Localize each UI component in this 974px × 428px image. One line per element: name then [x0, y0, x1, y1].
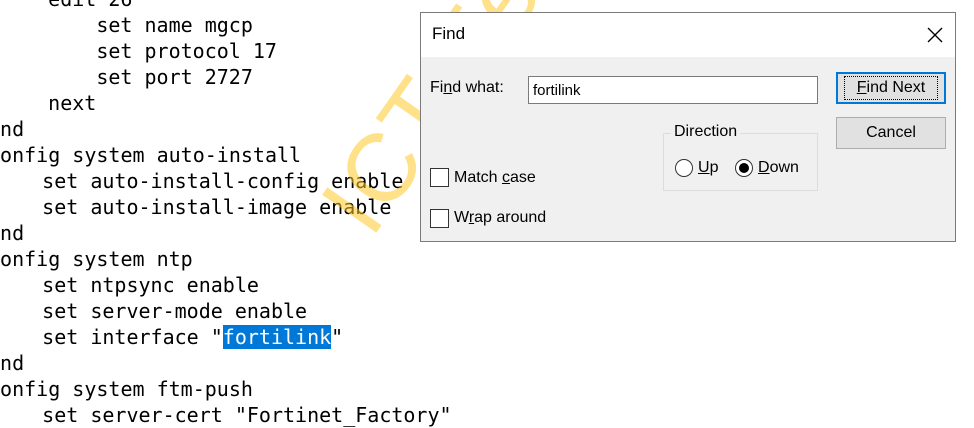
dialog-title: Find	[432, 24, 466, 43]
code-text: "	[331, 325, 344, 349]
code-line: set server-cert "Fortinet_Factory"	[0, 403, 452, 427]
code-line: config system ftm-push	[0, 377, 253, 401]
code-line: config system ntp	[0, 247, 193, 271]
direction-up-label: Up	[698, 159, 719, 176]
code-line-highlighted: set interface "fortilink"	[0, 324, 343, 350]
wrap-around-checkbox[interactable]	[430, 209, 449, 228]
direction-label: Direction	[671, 123, 741, 141]
code-line: set port 2727	[0, 65, 253, 89]
code-line: set name mgcp	[0, 13, 253, 37]
direction-down-label: Down	[758, 159, 799, 176]
close-icon	[927, 27, 943, 43]
radio-selected-dot	[739, 163, 749, 173]
match-case-label: Match case	[454, 169, 536, 186]
code-line: set auto-install-image enable	[0, 195, 392, 219]
cancel-button[interactable]: Cancel	[836, 117, 946, 149]
code-line: end	[0, 117, 25, 141]
code-text: set interface "	[0, 325, 223, 349]
match-case-checkbox[interactable]	[430, 168, 449, 187]
search-match-highlight: fortilink	[222, 325, 332, 349]
search-input[interactable]	[528, 76, 818, 104]
find-dialog: Find Find what: Find Next Cancel Directi…	[420, 12, 956, 242]
find-next-button[interactable]: Find Next	[836, 72, 946, 104]
code-line: end	[0, 221, 25, 245]
code-line: config system auto-install	[0, 143, 302, 167]
code-line: set protocol 17	[0, 39, 277, 63]
code-line: set auto-install-config enable	[0, 169, 404, 193]
direction-down-radio[interactable]	[735, 159, 753, 177]
find-what-label: Find what:	[430, 79, 504, 96]
close-button[interactable]	[919, 19, 951, 51]
code-line: set server-mode enable	[0, 299, 308, 323]
wrap-around-label: Wrap around	[454, 209, 547, 226]
dialog-titlebar[interactable]: Find	[421, 13, 955, 57]
code-line: edit 26	[0, 0, 132, 12]
code-line: next	[0, 91, 97, 115]
code-line: set ntpsync enable	[0, 273, 259, 297]
code-line: end	[0, 351, 25, 375]
direction-up-radio[interactable]	[675, 159, 693, 177]
